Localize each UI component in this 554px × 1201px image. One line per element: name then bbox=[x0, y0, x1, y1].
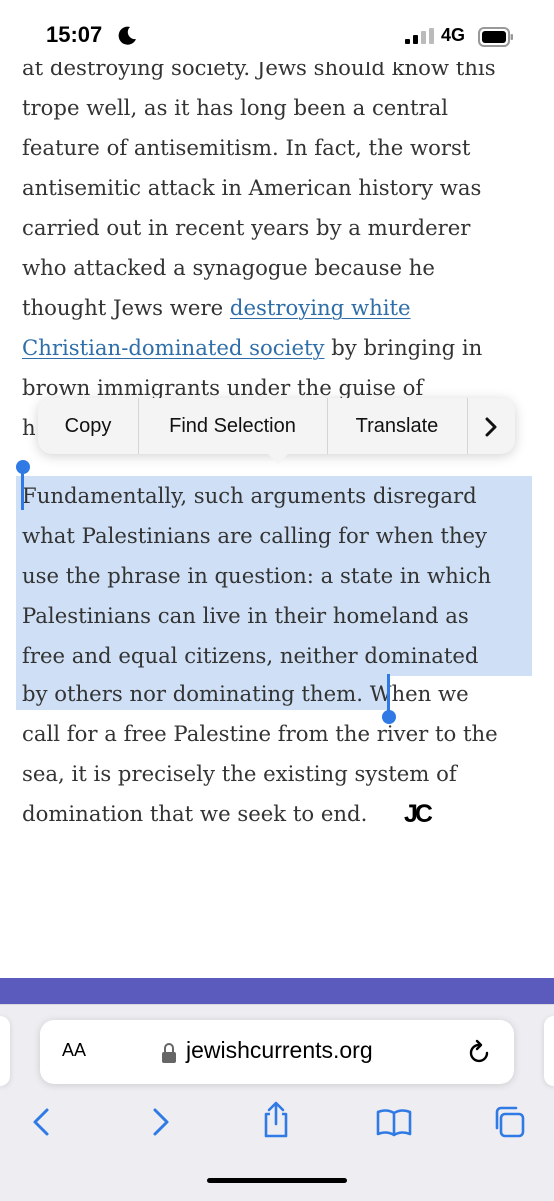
forward-icon[interactable] bbox=[140, 1104, 180, 1140]
back-icon[interactable] bbox=[22, 1104, 62, 1140]
article-line: by others nor dominating them. When we bbox=[22, 674, 469, 714]
article-text: thought Jews were bbox=[22, 295, 230, 320]
article-line: h bbox=[22, 415, 36, 440]
reload-icon[interactable] bbox=[468, 1039, 492, 1065]
context-menu-pointer bbox=[266, 452, 290, 464]
tabs-icon[interactable] bbox=[490, 1104, 530, 1140]
status-bar: 15:07 4G bbox=[0, 0, 554, 62]
cellular-signal-icon bbox=[405, 28, 434, 44]
article-line: sea, it is precisely the existing system… bbox=[22, 761, 457, 786]
moon-icon bbox=[118, 26, 136, 45]
find-selection-menu-item[interactable]: Find Selection bbox=[138, 398, 327, 454]
battery-icon bbox=[478, 27, 513, 47]
selected-line: Palestinians can live in their homeland … bbox=[22, 603, 469, 628]
text-context-menu: Copy Find Selection Translate bbox=[38, 398, 515, 454]
article-line: call for a free Palestine from the river… bbox=[22, 721, 498, 746]
article-line: feature of antisemitism. In fact, the wo… bbox=[22, 135, 471, 160]
next-tab-peek[interactable] bbox=[544, 1016, 554, 1086]
bookmarks-icon[interactable] bbox=[374, 1104, 414, 1140]
article-text: by bringing in bbox=[324, 335, 483, 360]
article-link-part2[interactable]: Christian-dominated society bbox=[22, 335, 324, 360]
previous-tab-peek[interactable] bbox=[0, 1016, 10, 1086]
article-text: When we bbox=[369, 681, 469, 706]
article-line: antisemitic attack in American history w… bbox=[22, 175, 482, 200]
article-line: trope well, as it has long been a centra… bbox=[22, 95, 449, 120]
jc-end-mark: JC bbox=[404, 800, 433, 828]
copy-menu-item[interactable]: Copy bbox=[38, 398, 138, 454]
more-menu-button[interactable] bbox=[467, 398, 515, 454]
text-size-button[interactable]: AA bbox=[62, 1040, 86, 1061]
translate-menu-item[interactable]: Translate bbox=[327, 398, 467, 454]
selected-line: by others nor dominating them. bbox=[22, 681, 363, 706]
article-line: Christian-dominated society by bringing … bbox=[22, 328, 482, 368]
selected-line: what Palestinians are calling for when t… bbox=[22, 523, 488, 548]
share-icon[interactable] bbox=[256, 1100, 296, 1140]
article-line: domination that we seek to end. bbox=[22, 801, 368, 826]
selection-end-handle[interactable] bbox=[382, 710, 396, 724]
article-line: thought Jews were destroying white bbox=[22, 288, 411, 328]
chevron-right-icon bbox=[485, 417, 497, 437]
address-bar[interactable]: AA jewishcurrents.org bbox=[40, 1020, 514, 1084]
status-time: 15:07 bbox=[46, 22, 103, 47]
article-link-part1[interactable]: destroying white bbox=[230, 295, 411, 320]
url-text[interactable]: jewishcurrents.org bbox=[186, 1037, 373, 1064]
article-line: carried out in recent years by a murdere… bbox=[22, 215, 471, 240]
selected-line: free and equal citizens, neither dominat… bbox=[22, 643, 479, 668]
home-indicator[interactable] bbox=[207, 1178, 347, 1183]
article-line: who attacked a synagogue because he bbox=[22, 255, 435, 280]
network-type: 4G bbox=[441, 25, 466, 45]
selected-line: use the phrase in question: a state in w… bbox=[22, 563, 492, 588]
selected-line: Fundamentally, such arguments disregard bbox=[22, 483, 477, 508]
lock-icon bbox=[162, 1043, 176, 1063]
selection-start-caret bbox=[21, 470, 24, 510]
